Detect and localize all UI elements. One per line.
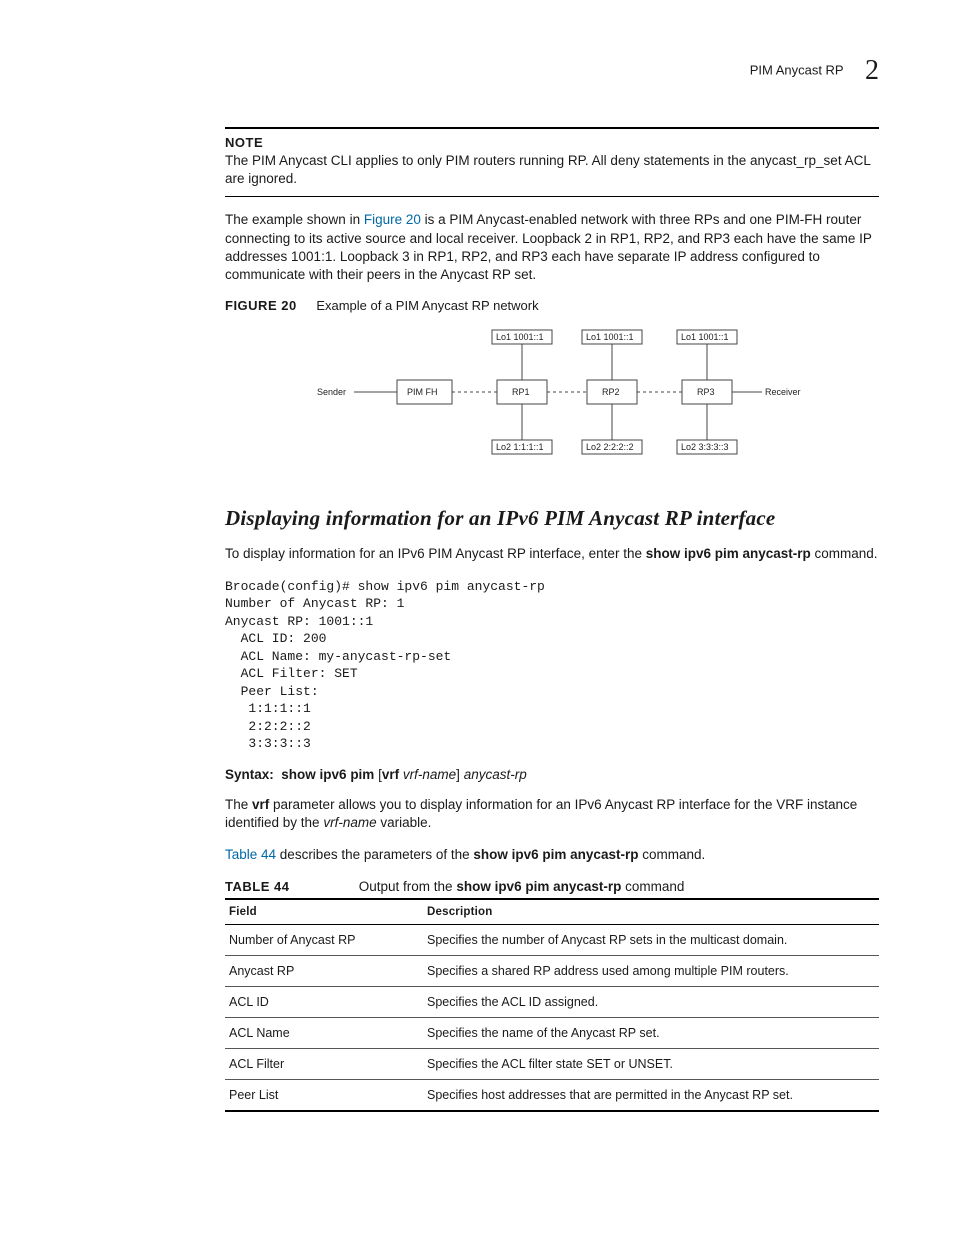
table-label: TABLE 44 — [225, 879, 355, 894]
svg-text:Sender: Sender — [317, 387, 346, 397]
svg-text:RP1: RP1 — [512, 387, 530, 397]
svg-text:Lo2 2:2:2::2: Lo2 2:2:2::2 — [586, 442, 634, 452]
svg-text:RP3: RP3 — [697, 387, 715, 397]
output-table: Field Description Number of Anycast RPSp… — [225, 898, 879, 1112]
svg-text:RP2: RP2 — [602, 387, 620, 397]
table-row: Peer ListSpecifies host addresses that a… — [225, 1079, 879, 1111]
svg-text:PIM FH: PIM FH — [407, 387, 438, 397]
svg-text:Lo1 1001::1: Lo1 1001::1 — [496, 332, 544, 342]
table-caption-line: TABLE 44 Output from the show ipv6 pim a… — [225, 879, 879, 894]
th-field: Field — [225, 899, 423, 925]
svg-text:Lo2 3:3:3::3: Lo2 3:3:3::3 — [681, 442, 729, 452]
table-row: ACL FilterSpecifies the ACL filter state… — [225, 1048, 879, 1079]
note-body: The PIM Anycast CLI applies to only PIM … — [225, 152, 879, 188]
svg-text:Lo2 1:1:1::1: Lo2 1:1:1::1 — [496, 442, 544, 452]
cli-output: Brocade(config)# show ipv6 pim anycast-r… — [225, 578, 879, 753]
table-row: Anycast RPSpecifies a shared RP address … — [225, 955, 879, 986]
note-rule-bottom — [225, 196, 879, 197]
figure-xref[interactable]: Figure 20 — [364, 212, 421, 227]
table-ref-paragraph: Table 44 describes the parameters of the… — [225, 846, 879, 864]
table-row: ACL NameSpecifies the name of the Anycas… — [225, 1017, 879, 1048]
running-header: PIM Anycast RP 2 — [225, 55, 879, 87]
network-diagram: .lab { font: 9px Arial; fill:#222; } .la… — [302, 325, 802, 475]
th-description: Description — [423, 899, 879, 925]
svg-text:Lo1 1001::1: Lo1 1001::1 — [681, 332, 729, 342]
figure-label: FIGURE 20 — [225, 298, 297, 313]
table-row: Number of Anycast RPSpecifies the number… — [225, 924, 879, 955]
note-rule-top — [225, 127, 879, 129]
command-name: show ipv6 pim anycast-rp — [646, 546, 811, 561]
syntax-line: Syntax: show ipv6 pim [vrf vrf-name] any… — [225, 767, 879, 782]
section-heading: Displaying information for an IPv6 PIM A… — [225, 506, 879, 531]
chapter-number: 2 — [865, 55, 879, 86]
note-label: NOTE — [225, 135, 879, 150]
svg-text:Lo1 1001::1: Lo1 1001::1 — [586, 332, 634, 342]
intro-paragraph: The example shown in Figure 20 is a PIM … — [225, 211, 879, 284]
figure-caption: Example of a PIM Anycast RP network — [316, 298, 538, 313]
figure-caption-line: FIGURE 20 Example of a PIM Anycast RP ne… — [225, 298, 879, 313]
header-title: PIM Anycast RP — [750, 62, 844, 77]
vrf-paragraph: The vrf parameter allows you to display … — [225, 796, 879, 832]
table-row: ACL IDSpecifies the ACL ID assigned. — [225, 986, 879, 1017]
svg-text:Receiver: Receiver — [765, 387, 801, 397]
display-paragraph: To display information for an IPv6 PIM A… — [225, 545, 879, 563]
table-xref[interactable]: Table 44 — [225, 847, 276, 862]
